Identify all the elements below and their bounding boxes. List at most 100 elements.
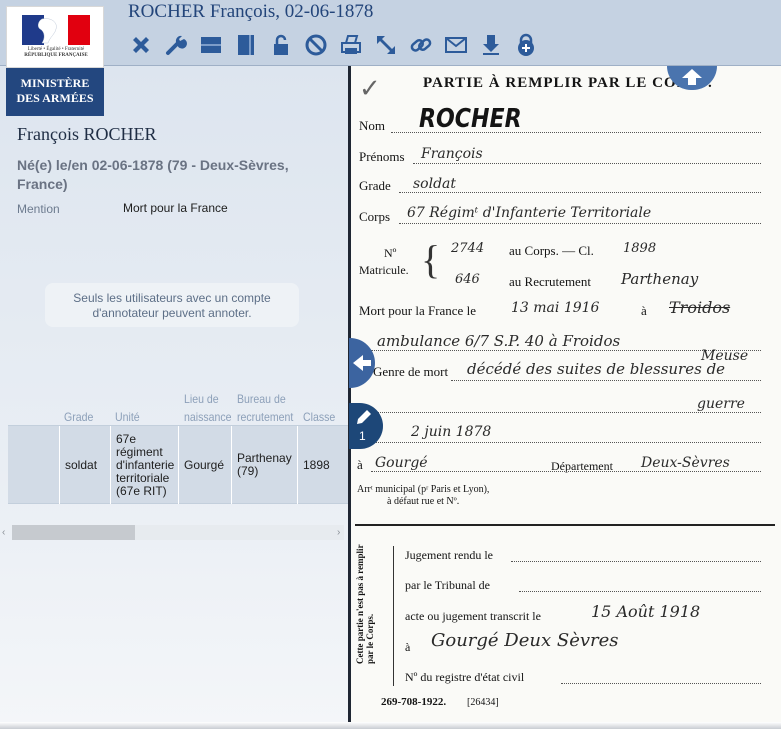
doc-side-note: Cette partie n'est pas à remplir par le … [355,544,375,664]
doc-genre-value: décédé des suites de blessures de [467,360,726,378]
lock-icon[interactable] [267,32,294,59]
marianne-flag-icon [22,15,90,45]
table-cell-unite: 67e régiment d'infanterie territoriale (… [110,426,178,504]
doc-corps-value: 67 Régimᵗ d'Infanterie Territoriale [407,205,652,221]
doc-nom-value: ROCHER [419,104,522,134]
wrench-icon[interactable] [162,32,189,59]
scroll-thumb[interactable] [12,525,135,540]
download-icon[interactable] [477,32,504,59]
ministry-name: MINISTÈRE DES ARMÉES [6,76,104,106]
doc-au-corps-label: au Corps. — Cl. [509,243,594,258]
doc-registre-label: Nº du registre d'état civil [405,670,525,684]
republic-label: RÉPUBLIQUE FRANÇAISE [24,53,88,58]
doc-side-bracket [393,546,395,686]
ministry-line1: MINISTÈRE [20,76,90,90]
doc-ne-place: Gourgé [375,455,428,471]
mention-label: Mention [17,202,60,216]
table-cell-lieu: Gourgé [178,426,231,504]
page-title: ROCHER François, 02-06-1878 [128,1,374,22]
pencil-icon [357,410,371,424]
doc-au-corps-value: 2744 [451,241,485,256]
dotted-line [399,223,761,224]
table-row[interactable]: soldat 67e régiment d'infanterie territo… [8,425,348,504]
doc-matricule-label: Matricule. [359,263,409,277]
dotted-line [371,442,761,443]
check-mark-icon: ✓ [359,74,381,103]
doc-separator [355,524,775,526]
record-panel: François ROCHER Né(e) le/en 02-06-1878 (… [0,66,348,729]
doc-footer-num: [26434] [467,697,499,708]
resize-icon[interactable] [372,32,399,59]
table-cell-bureau: Parthenay (79) [231,426,297,504]
scroll-right-icon[interactable]: › [337,527,340,538]
doc-classe-value: 1898 [623,241,657,256]
arrow-left-icon [353,355,371,371]
horizontal-layout-icon[interactable] [197,32,224,59]
column-header-lieu: Lieu de naissance [184,392,232,424]
doc-acte-place: Gourgé Deux Sèvres [431,630,619,651]
column-header-classe: Classe [303,410,336,424]
doc-prenoms-label: Prénoms [359,149,405,164]
toolbar [127,31,539,59]
mention-value: Mort pour la France [123,201,228,215]
doc-grade-label: Grade [359,178,391,193]
dotted-line [371,471,761,472]
header-bar: ROCHER François, 02-06-1878 [0,0,781,66]
doc-grade-value: soldat [413,176,457,192]
doc-acte-label: acte ou jugement transcrit le [405,609,541,623]
doc-acte-a: à [405,640,411,654]
doc-arr-label2: à défaut rue et Nº. [387,496,460,507]
dotted-line [511,561,761,562]
table-cell-grade: soldat [59,426,110,504]
forbidden-icon[interactable] [302,32,329,59]
annotation-notice: Seuls les utilisateurs avec un compte d'… [45,283,299,327]
doc-acte-date: 15 Août 1918 [591,602,701,621]
close-icon[interactable] [127,32,154,59]
doc-jugement-label: Jugement rendu le [405,548,493,562]
document-viewer[interactable]: ✓ PARTIE À REMPLIR PAR LE CORPS. Nom ROC… [351,66,781,722]
doc-mort-label: Mort pour la France le [359,303,476,318]
doc-mort-place: Troidos [669,298,731,317]
link-icon[interactable] [407,32,434,59]
dotted-line [371,412,761,413]
doc-ne-date: 2 juin 1878 [411,424,492,440]
column-header-unite: Unité [115,410,140,424]
table-cell-classe: 1898 [297,426,348,504]
doc-mort-date: 13 mai 1916 [511,300,600,316]
doc-guerre: guerre [697,396,745,412]
ministry-logo[interactable]: Liberté • Égalité • Fraternité RÉPUBLIQU… [6,6,104,116]
birth-info: Né(e) le/en 02-06-1878 (79 - Deux-Sèvres… [17,157,289,192]
person-name: François ROCHER [17,124,157,144]
doc-nom-label: Nom [359,118,385,133]
table-header: Grade Unité Lieu de naissance Bureau de … [8,384,348,426]
doc-tribunal-label: par le Tribunal de [405,578,490,592]
doc-recrutement-place: Parthenay [621,270,699,288]
dotted-line [399,192,761,193]
dotted-line [413,163,761,164]
dotted-line [519,591,761,592]
arrow-up-icon [682,69,702,85]
column-header-grade: Grade [64,410,94,424]
doc-genre-label: Genre de mort [373,364,449,379]
scroll-left-icon[interactable]: ‹ [2,527,5,538]
dotted-line [451,380,761,381]
horizontal-scrollbar[interactable]: ‹ › [0,524,348,542]
ministry-line2: DES ARMÉES [16,91,94,105]
doc-prenoms-value: François [421,146,483,162]
doc-arr-label: Arrᵗ municipal (pʳ Paris et Lyon), [357,484,490,495]
doc-mort-a: à [641,303,647,318]
motto: Liberté • Égalité • Fraternité RÉPUBLIQU… [7,47,105,59]
dotted-line [561,683,761,684]
doc-departement-value: Deux-Sèvres [641,455,730,471]
doc-no-label: Nº [384,246,397,260]
doc-ne-a: à [357,457,363,472]
vertical-layout-icon[interactable] [232,32,259,59]
annotation-count: 1 [359,429,366,443]
lock-plus-icon[interactable] [512,32,539,59]
mail-icon[interactable] [442,32,469,59]
bottom-shadow [0,722,781,729]
print-icon[interactable] [337,32,364,59]
doc-recrutement-label: au Recrutement [509,274,591,289]
table-cell-empty [8,426,59,504]
doc-ambulance: ambulance 6/7 S.P. 40 à Froidos [377,332,621,350]
